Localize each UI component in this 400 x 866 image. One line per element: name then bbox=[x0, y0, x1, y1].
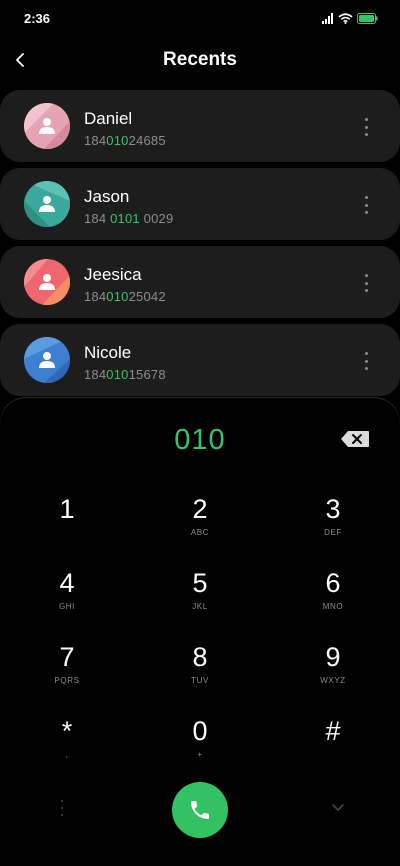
backspace-button[interactable] bbox=[340, 430, 370, 450]
key-letters: JKL bbox=[192, 602, 208, 611]
key-9[interactable]: 9 WXYZ bbox=[273, 642, 393, 704]
avatar bbox=[24, 181, 70, 227]
key-digit: 0 bbox=[192, 716, 208, 746]
key-3[interactable]: 3 DEF bbox=[273, 494, 393, 556]
phone-icon bbox=[191, 801, 209, 819]
dialer-panel: 010 1 2 ABC 3 DEF 4 GHI 5 JKL 6 MNO 7 PQ… bbox=[0, 398, 400, 866]
key-letters: WXYZ bbox=[320, 676, 346, 685]
contact-number: 18401024685 bbox=[84, 133, 166, 148]
key-digit: 9 bbox=[325, 642, 341, 672]
avatar bbox=[24, 337, 70, 383]
key-digit: 3 bbox=[325, 494, 341, 524]
contact-name: Jeesica bbox=[84, 265, 142, 284]
contact-row[interactable]: Jeesica 18401025042 bbox=[0, 246, 400, 318]
header: Recents bbox=[0, 40, 400, 80]
key-6[interactable]: 6 MNO bbox=[273, 568, 393, 630]
key-8[interactable]: 8 TUV bbox=[140, 642, 260, 704]
key-letters: GHI bbox=[58, 602, 76, 611]
key-digit: 6 bbox=[325, 568, 341, 598]
key-1[interactable]: 1 bbox=[7, 494, 127, 556]
key-4[interactable]: 4 GHI bbox=[7, 568, 127, 630]
dialer-bottom-bar bbox=[0, 780, 400, 840]
contact-row[interactable]: Nicole 18401015678 bbox=[0, 324, 400, 396]
key-5[interactable]: 5 JKL bbox=[140, 568, 260, 630]
key-digit: # bbox=[325, 716, 341, 746]
status-icons bbox=[322, 11, 378, 25]
contact-number: 18401025042 bbox=[84, 289, 166, 304]
more-options-button[interactable] bbox=[358, 352, 374, 370]
contact-number: 184 0101 0029 bbox=[84, 211, 174, 226]
status-bar: 2:36 bbox=[0, 0, 400, 36]
menu-button[interactable] bbox=[58, 800, 66, 816]
avatar bbox=[24, 103, 70, 149]
key-7[interactable]: 7 PQRS bbox=[7, 642, 127, 704]
key-letters: + bbox=[197, 750, 203, 759]
contact-name: Daniel bbox=[84, 109, 133, 128]
key-digit: 4 bbox=[59, 568, 75, 598]
key-digit: 2 bbox=[192, 494, 208, 524]
contact-number: 18401015678 bbox=[84, 367, 166, 382]
backspace-icon bbox=[341, 431, 369, 447]
key-star[interactable]: * , bbox=[7, 716, 127, 778]
key-2[interactable]: 2 ABC bbox=[140, 494, 260, 556]
more-options-button[interactable] bbox=[358, 274, 374, 292]
avatar bbox=[24, 259, 70, 305]
status-time: 2:36 bbox=[24, 11, 51, 26]
wifi-icon bbox=[338, 12, 353, 24]
battery-icon bbox=[357, 12, 378, 24]
key-letters: MNO bbox=[322, 602, 344, 611]
contact-row[interactable]: Jason 184 0101 0029 bbox=[0, 168, 400, 240]
chevron-down-icon bbox=[332, 804, 344, 811]
key-letters: TUV bbox=[191, 676, 209, 685]
key-letters: PQRS bbox=[54, 676, 80, 685]
key-0[interactable]: 0 + bbox=[140, 716, 260, 778]
key-letters: ABC bbox=[190, 528, 210, 537]
more-options-button[interactable] bbox=[358, 118, 374, 136]
call-button[interactable] bbox=[172, 782, 228, 838]
key-letters: , bbox=[65, 750, 69, 759]
key-letters: DEF bbox=[324, 528, 342, 537]
page-title: Recents bbox=[163, 49, 237, 70]
key-digit: 7 bbox=[59, 642, 75, 672]
key-digit: 8 bbox=[192, 642, 208, 672]
contact-name: Nicole bbox=[84, 343, 132, 362]
contact-row[interactable]: Daniel 18401024685 bbox=[0, 90, 400, 162]
contact-name: Jason bbox=[84, 187, 130, 206]
key-hash[interactable]: # bbox=[273, 716, 393, 778]
collapse-keypad-button[interactable] bbox=[330, 800, 346, 812]
key-digit: 5 bbox=[192, 568, 208, 598]
more-options-button[interactable] bbox=[358, 196, 374, 214]
signal-icon bbox=[322, 12, 333, 24]
key-digit: * bbox=[61, 716, 73, 746]
key-digit: 1 bbox=[59, 494, 75, 524]
